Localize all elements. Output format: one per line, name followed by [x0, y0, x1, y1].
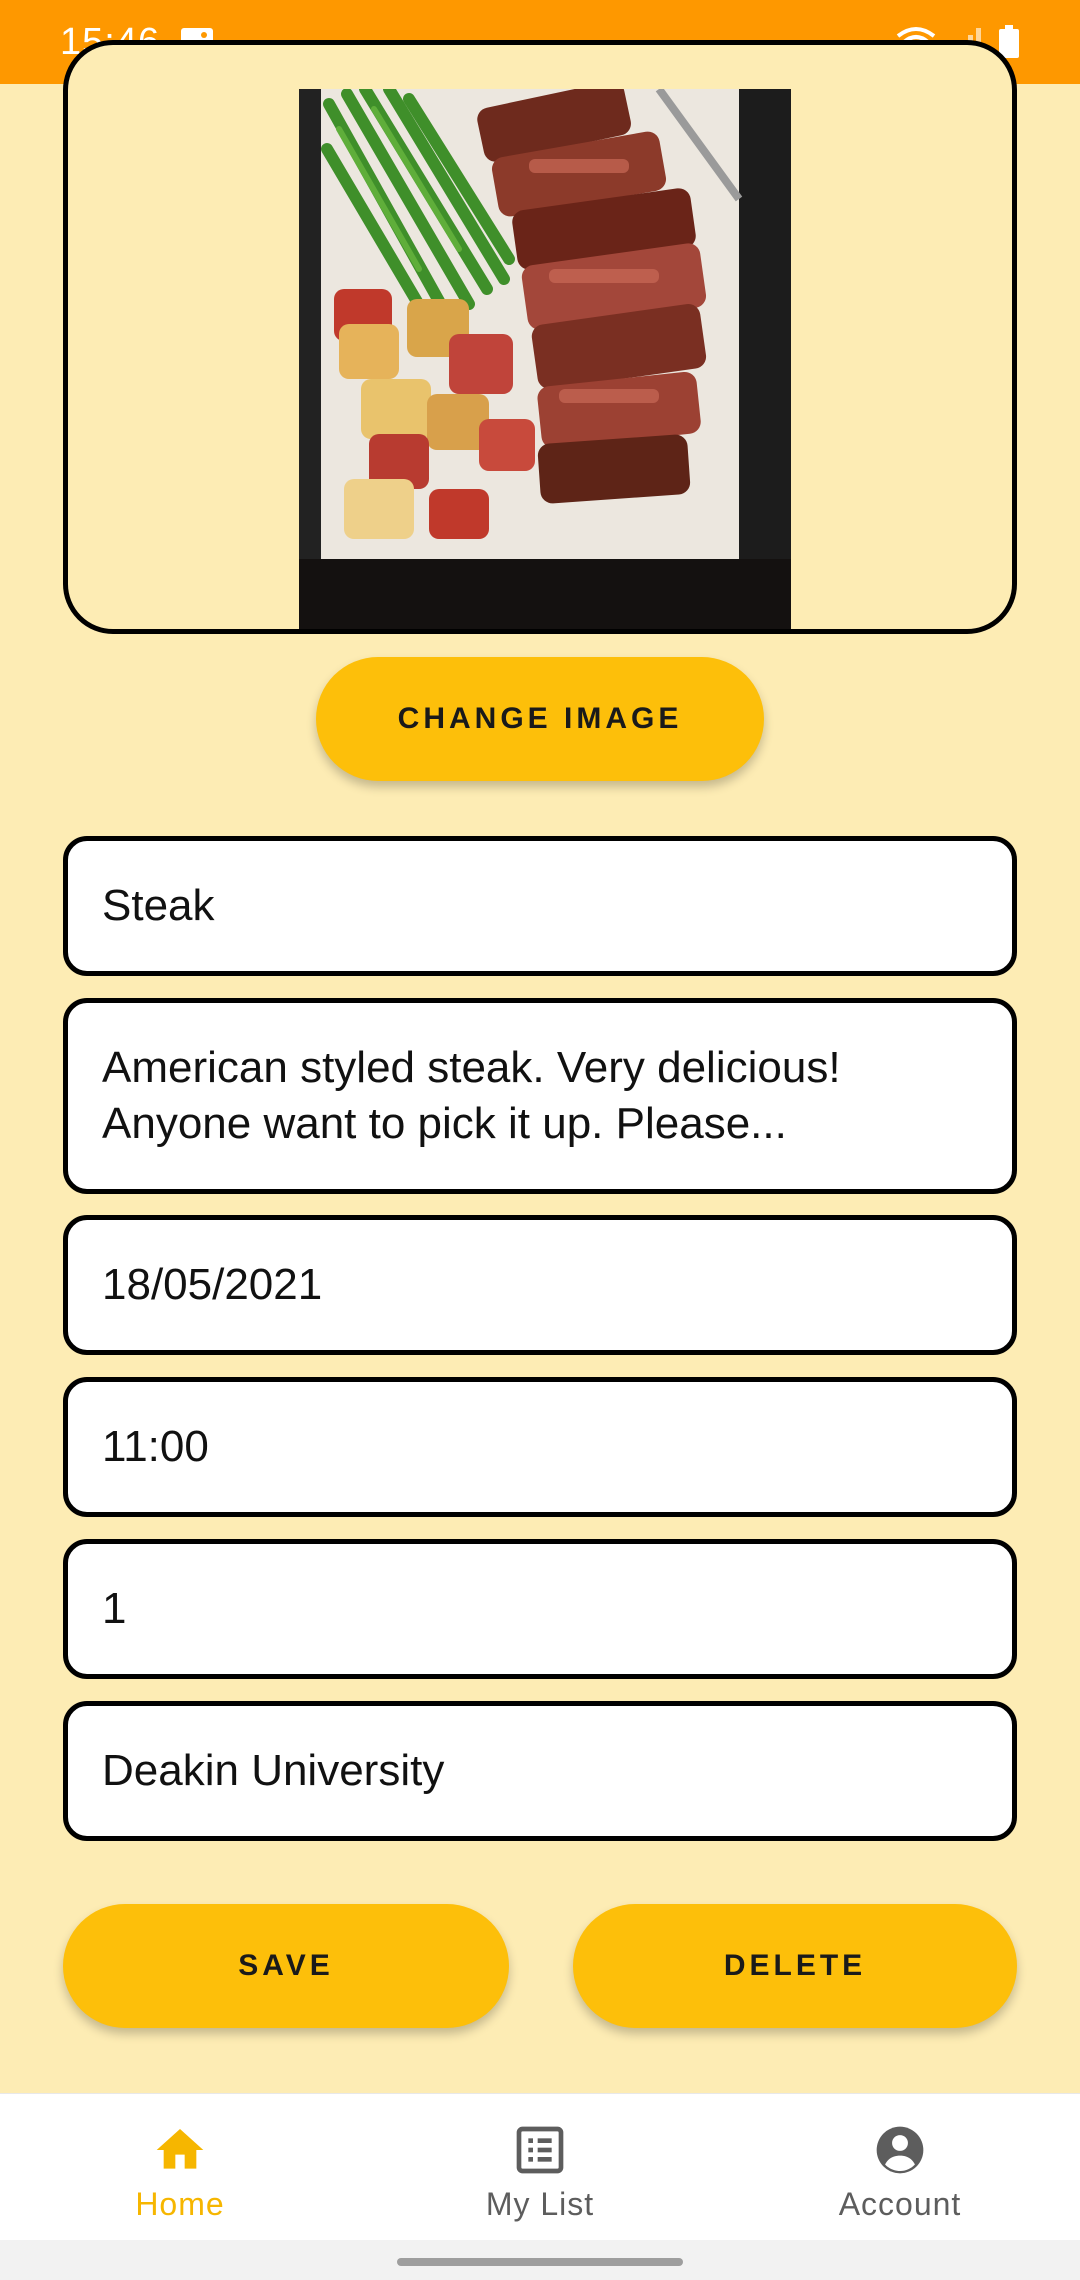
name-field[interactable]: Steak — [63, 836, 1017, 976]
nav-item-home[interactable]: Home — [0, 2094, 360, 2241]
home-icon — [156, 2129, 204, 2169]
list-icon — [516, 2126, 564, 2174]
nav-item-my-list[interactable]: My List — [360, 2094, 720, 2241]
nav-item-account[interactable]: Account — [720, 2094, 1080, 2241]
image-frame — [63, 40, 1017, 634]
description-value: American styled steak. Very delicious! A… — [102, 1040, 841, 1152]
quantity-value: 1 — [102, 1584, 127, 1633]
name-value: Steak — [102, 881, 215, 930]
date-field[interactable]: 18/05/2021 — [63, 1215, 1017, 1355]
change-image-button[interactable]: CHANGE IMAGE — [316, 657, 764, 781]
save-button[interactable]: SAVE — [63, 1904, 509, 2028]
gesture-area — [0, 2240, 1080, 2280]
time-field[interactable]: 11:00 — [63, 1377, 1017, 1517]
quantity-field[interactable]: 1 — [63, 1539, 1017, 1679]
nav-label-account: Account — [838, 2186, 962, 2222]
time-value: 11:00 — [102, 1422, 209, 1471]
description-line: American styled steak. Very delicious! — [102, 1043, 841, 1092]
description-field[interactable]: American styled steak. Very delicious! A… — [63, 998, 1017, 1194]
nav-label-home: Home — [135, 2186, 225, 2222]
nav-label-my-list: My List — [485, 2186, 595, 2222]
steak-photo — [299, 89, 791, 629]
bottom-navigation: Home My List Account — [0, 2093, 1080, 2241]
delete-button[interactable]: DELETE — [573, 1904, 1017, 2028]
date-value: 18/05/2021 — [102, 1260, 323, 1309]
location-value: Deakin University — [102, 1746, 445, 1795]
account-icon — [876, 2126, 924, 2174]
gesture-handle[interactable] — [397, 2258, 683, 2266]
location-field[interactable]: Deakin University — [63, 1701, 1017, 1841]
description-line: Anyone want to pick it up. Please... — [102, 1099, 787, 1148]
